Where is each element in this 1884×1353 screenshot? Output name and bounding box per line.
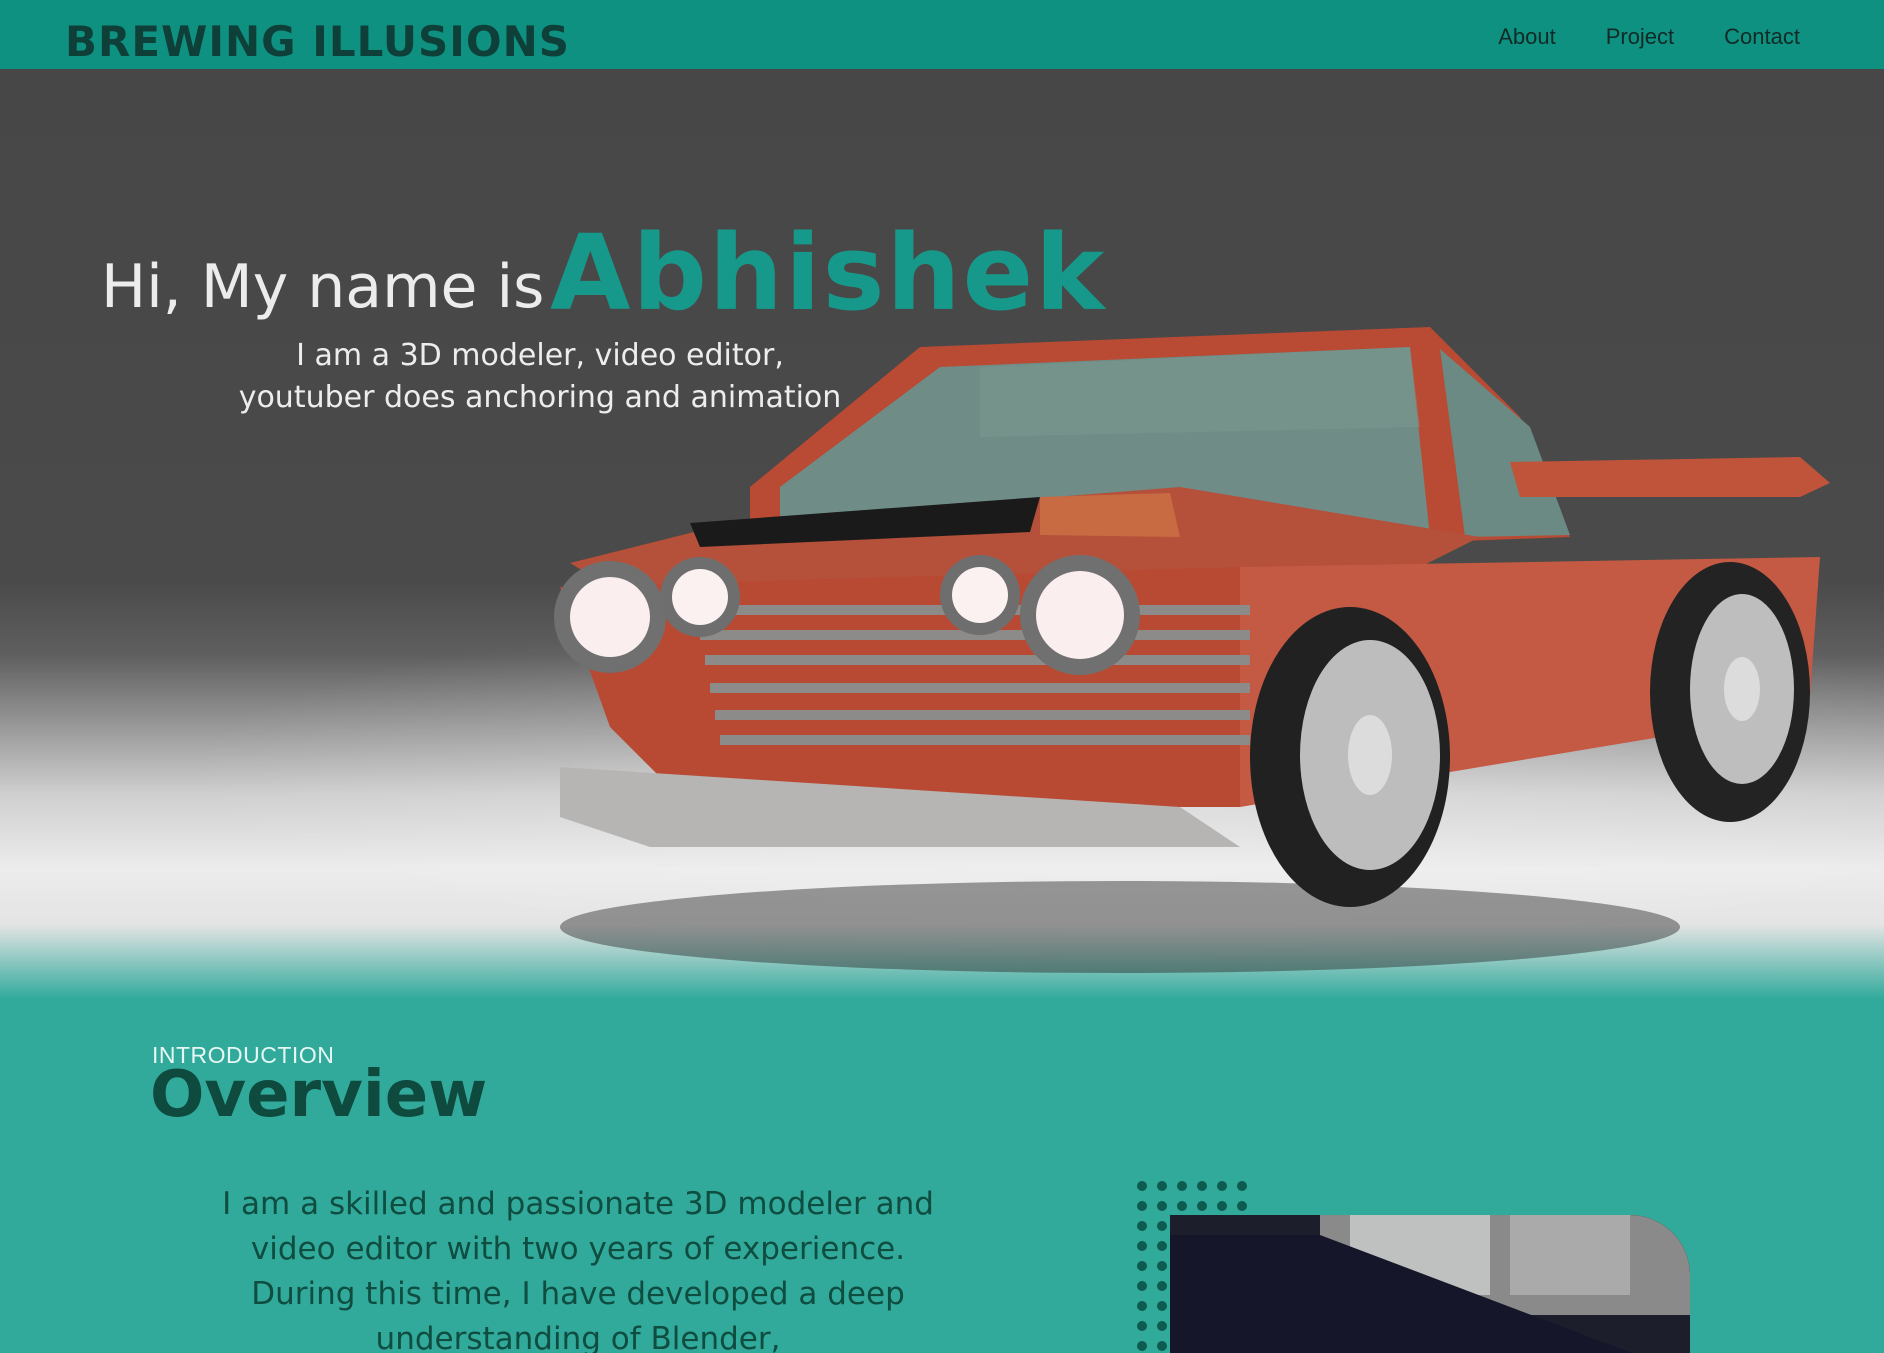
photo-content xyxy=(1170,1215,1690,1353)
hero-section: Hi, My name is Abhishek I am a 3D modele… xyxy=(0,69,1884,999)
tagline-line-1: I am a 3D modeler, video editor, xyxy=(296,338,784,373)
nav-link-contact[interactable]: Contact xyxy=(1724,22,1800,52)
overview-body: I am a skilled and passionate 3D modeler… xyxy=(222,1186,934,1353)
nav-link-about[interactable]: About xyxy=(1498,22,1556,52)
overview-title: Overview xyxy=(150,1058,488,1132)
nav-links: About Project Contact xyxy=(1498,22,1800,52)
page: BREWING ILLUSIONS About Project Contact xyxy=(0,0,1884,1353)
navbar: BREWING ILLUSIONS About Project Contact xyxy=(0,0,1884,69)
hero-greeting: Hi, My name is xyxy=(101,252,545,322)
tagline-line-2: youtuber does anchoring and animation xyxy=(238,380,842,415)
nav-link-project[interactable]: Project xyxy=(1606,22,1674,52)
hero-name: Abhishek xyxy=(550,212,1107,334)
brand-logo[interactable]: BREWING ILLUSIONS xyxy=(65,14,570,70)
profile-photo xyxy=(1170,1215,1690,1353)
hero-tagline: I am a 3D modeler, video editor, youtube… xyxy=(230,335,850,419)
